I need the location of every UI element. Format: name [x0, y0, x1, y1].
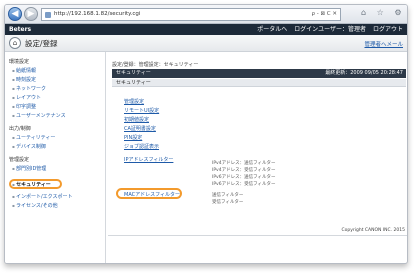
copyright: Copyright CANON INC. 2015 [341, 228, 406, 233]
browser-window: ◀ ▶ http://192.168.1.82/security.cgi ρ -… [4, 4, 408, 264]
ip-filter-desc-ipv6-in: IPv6アドレス：受信フィルター [212, 182, 276, 187]
sidebar-item-paper-info[interactable]: 給紙情報 [12, 67, 36, 74]
device-header: Beters ポータルへ ログインユーザー：管理者 ログアウト [5, 24, 407, 35]
header-links: ポータルへ ログインユーザー：管理者 ログアウト [252, 24, 403, 35]
browser-toolbar: ◀ ▶ http://192.168.1.82/security.cgi ρ -… [5, 5, 407, 24]
section-title: セキュリティー [116, 70, 151, 76]
last-updated: 最終更新：2009 09/05 20:28:47 [325, 70, 403, 76]
sidebar-item-import-export[interactable]: インポート/エクスポート [12, 193, 73, 200]
link-remote-ui-settings[interactable]: リモートUI設定 [124, 107, 159, 114]
address-tools-icons[interactable]: ρ - ⊠ C ✕ [311, 9, 337, 20]
portal-link[interactable]: ポータルへ [257, 26, 287, 33]
section-header: セキュリティー 最終更新：2009 09/05 20:28:47 [112, 69, 406, 78]
ip-filter-desc-ipv6-out: IPv6アドレス：送信フィルター [212, 175, 276, 180]
sidebar-section-management: 管理設定 [9, 157, 30, 163]
link-default-settings[interactable]: 初期値設定 [124, 116, 149, 123]
security-highlight-ring [9, 179, 62, 189]
main-content: 設定/登録：管理設定：セキュリティー セキュリティー 最終更新：2009 09/… [108, 52, 407, 263]
link-ca-certificate[interactable]: CA証明書設定 [124, 125, 156, 132]
sidebar-section-preferences: 環境設定 [9, 59, 30, 65]
link-admin-settings[interactable]: 管理設定 [124, 98, 144, 105]
back-button[interactable]: ◀ [8, 7, 22, 21]
sidebar-section-output: 出力/制御 [9, 126, 31, 132]
mac-filter-desc-in: 受信フィルター [212, 200, 244, 205]
login-user: ログインユーザー：管理者 [294, 26, 367, 33]
mac-filter-desc-out: 送信フィルター [212, 193, 244, 198]
sidebar-item-network[interactable]: ネットワーク [12, 85, 46, 92]
sub-header: セキュリティー [112, 79, 406, 87]
sidebar-item-print-adjust[interactable]: 印字調整 [12, 103, 36, 110]
link-job-auth-display[interactable]: ジョブ認証表示 [124, 143, 159, 150]
home-icon[interactable]: ⌂ [9, 37, 21, 49]
ip-filter-desc-ipv4-in: IPv4アドレス：受信フィルター [212, 168, 276, 173]
title-bar: ⌂ 設定/登録 管理者へメール [5, 35, 407, 52]
link-pin-settings[interactable]: PIN設定 [124, 134, 142, 141]
page-icon [45, 12, 51, 18]
sidebar-item-time-settings[interactable]: 時刻設定 [12, 76, 36, 83]
breadcrumb: 設定/登録：管理設定：セキュリティー [112, 62, 199, 68]
admin-mail-link[interactable]: 管理者へメール [364, 40, 403, 48]
ip-filter-desc-ipv4-out: IPv4アドレス：送信フィルター [212, 161, 276, 166]
page-title: 設定/登録 [25, 39, 58, 48]
link-ip-address-filter[interactable]: IPアドレスフィルター [124, 156, 173, 163]
sidebar-item-utility[interactable]: ユーティリティー [12, 134, 55, 141]
logout-link[interactable]: ログアウト [373, 26, 403, 33]
sidebar: 環境設定 給紙情報 時刻設定 ネットワーク レイアウト 印字調整 ユーザーメンテ… [5, 52, 106, 263]
mac-filter-highlight-ring [116, 188, 182, 199]
footer-divider [108, 235, 407, 236]
device-name: Beters [9, 26, 32, 33]
sidebar-item-user-maintenance[interactable]: ユーザーメンテナンス [12, 112, 66, 119]
url-text: http://192.168.1.82/security.cgi [54, 11, 141, 17]
browser-tool-icons[interactable]: ⌂ ☆ ⚙ [361, 8, 406, 17]
sidebar-item-layout[interactable]: レイアウト [12, 94, 41, 101]
sidebar-item-dept-id[interactable]: 部門別ID管理 [12, 165, 46, 172]
sidebar-item-device-control[interactable]: デバイス制御 [12, 143, 46, 150]
forward-button[interactable]: ▶ [24, 7, 38, 21]
sidebar-item-license[interactable]: ライセンス/その他 [12, 202, 58, 209]
address-bar[interactable]: http://192.168.1.82/security.cgi ρ - ⊠ C… [41, 8, 341, 21]
